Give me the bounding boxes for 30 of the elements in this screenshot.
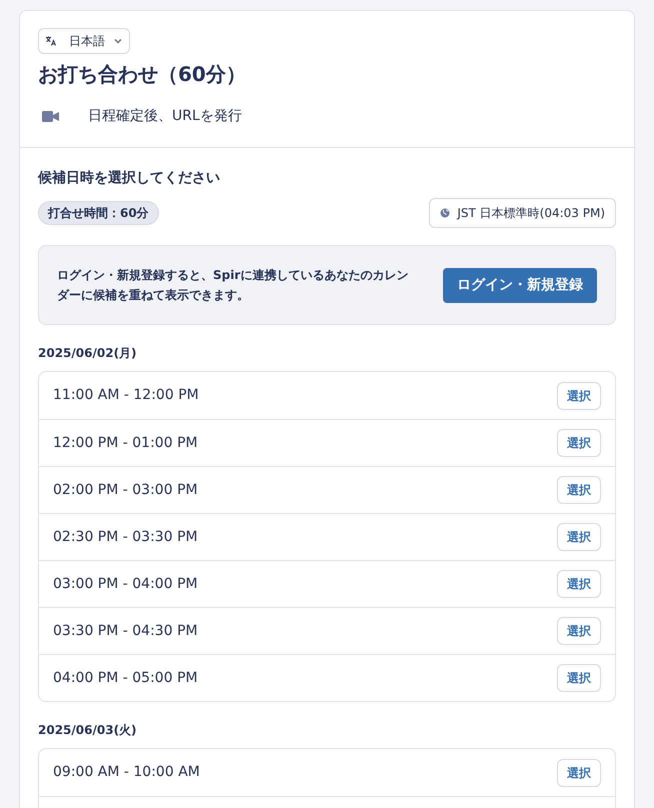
time-slot-text: 02:00 PM - 03:00 PM: [53, 480, 198, 500]
date-heading: 2025/06/02(月): [38, 345, 138, 362]
select-button[interactable]: 選択: [557, 570, 601, 598]
time-slot-text: 12:00 PM - 01:00 PM: [53, 434, 198, 452]
page-title: お打ち合わせ（60分）: [38, 61, 247, 88]
language-selector[interactable]: 日本語: [38, 28, 130, 54]
time-slot-text: 03:00 PM - 04:00 PM: [53, 574, 198, 594]
time-slot-text: 04:00 PM - 05:00 PM: [53, 668, 198, 688]
time-slot-text: 11:00 AM - 12:00 PM: [53, 386, 199, 405]
globe-icon: [440, 208, 450, 218]
login-button[interactable]: ログイン・新規登録: [443, 268, 597, 302]
select-button[interactable]: 選択: [557, 429, 601, 457]
translate-icon: [45, 35, 57, 47]
select-button[interactable]: 選択: [557, 382, 601, 410]
chevron-down-icon: [113, 36, 123, 46]
date-heading: 2025/06/03(火): [38, 722, 138, 739]
select-button[interactable]: 選択: [557, 758, 601, 786]
video-camera-icon: [42, 111, 59, 122]
time-slot-text: 02:30 PM - 03:30 PM: [53, 528, 198, 546]
select-button[interactable]: 選択: [557, 664, 601, 692]
section-heading: 候補日時を選択してください: [38, 169, 221, 188]
time-slot-text: 09:00 AM - 10:00 AM: [53, 763, 200, 782]
select-button[interactable]: 選択: [557, 523, 601, 551]
time-slot-text: 03:30 PM - 04:30 PM: [53, 622, 198, 640]
select-button[interactable]: 選択: [557, 476, 601, 504]
duration-badge: 打合せ時間：60分: [38, 201, 159, 225]
timezone-button[interactable]: JST 日本標準時(04:03 PM): [429, 198, 616, 228]
location-text: 日程確定後、URLを発行: [88, 107, 242, 126]
banner-text: ログイン・新規登録すると、Spirに連携しているあなたのカレンダーに候補を重ねて表示できます。: [57, 267, 410, 304]
select-button[interactable]: 選択: [557, 617, 601, 645]
